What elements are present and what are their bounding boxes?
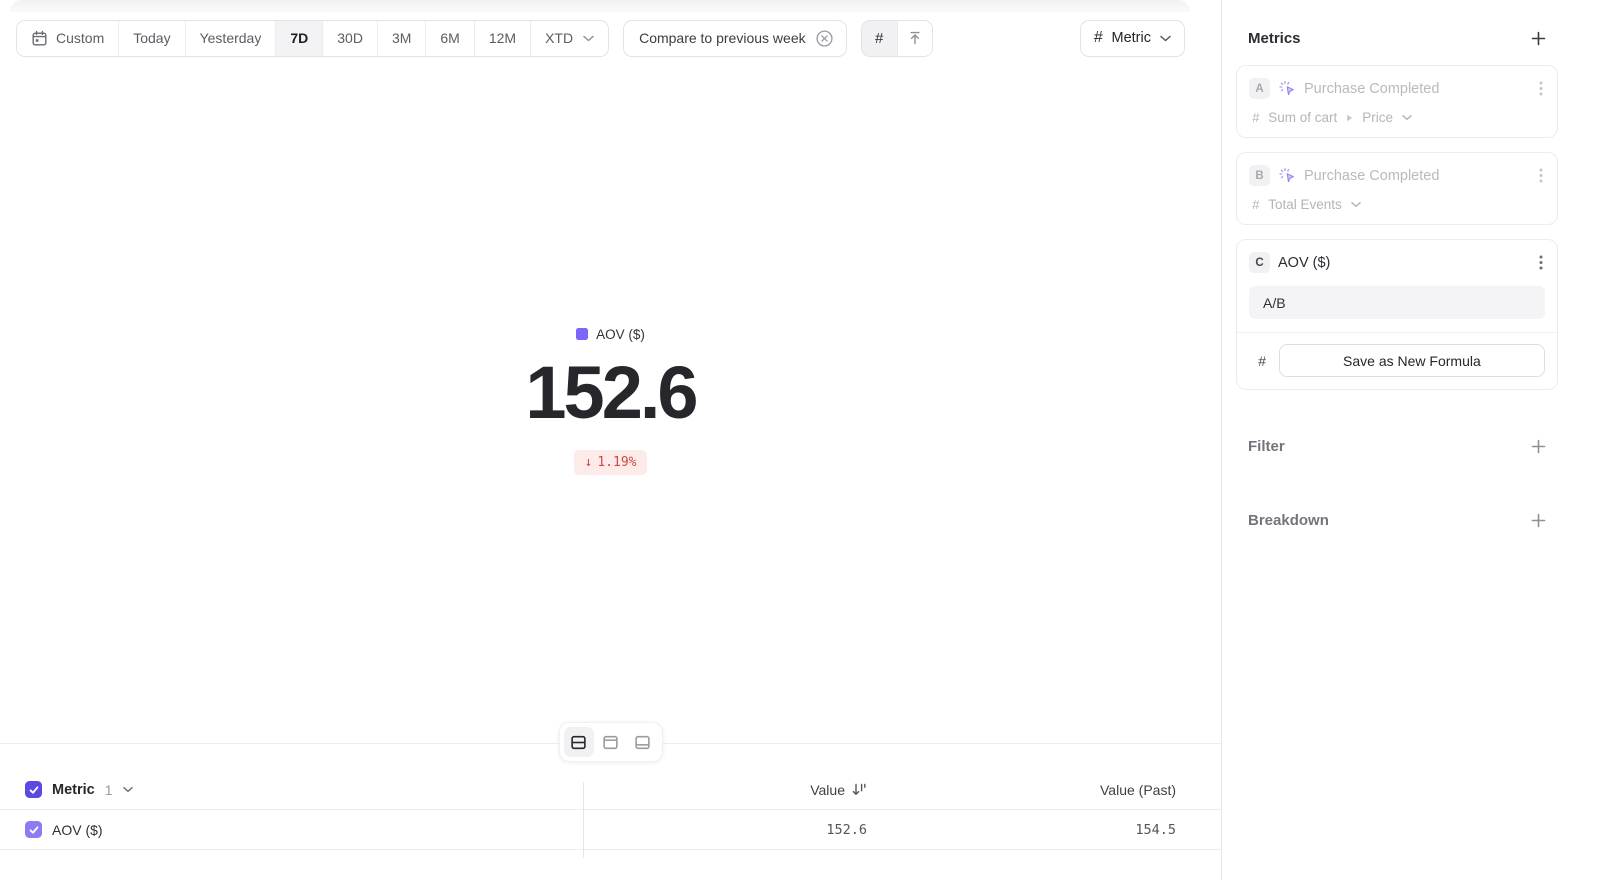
chevron-down-icon (1402, 114, 1412, 121)
date-range-xtd[interactable]: XTD (531, 21, 608, 56)
remove-compare-icon[interactable] (815, 29, 834, 48)
metric-chart-area: AOV ($) 152.6 ↓ 1.19% (0, 58, 1221, 744)
metrics-section-header: Metrics (1236, 30, 1558, 47)
date-range-3m[interactable]: 3M (378, 21, 426, 56)
results-table: Metric 1 Value Value (Past) (0, 744, 1221, 880)
chart-legend: AOV ($) (576, 327, 645, 342)
analytics-app: Custom Today Yesterday 7D 30D 3M 6M 12M … (0, 0, 1600, 880)
chevron-down-icon[interactable] (123, 786, 133, 793)
metric-event-name[interactable]: Purchase Completed (1304, 168, 1529, 184)
check-icon (28, 824, 40, 836)
metric-column-header[interactable]: Metric (52, 782, 95, 798)
calendar-icon (31, 30, 48, 47)
save-as-new-formula-button[interactable]: Save as New Formula (1279, 344, 1545, 377)
breakdown-section-header: Breakdown (1236, 512, 1558, 529)
breakdown-title: Breakdown (1248, 512, 1329, 529)
measure-label: Total Events (1268, 197, 1342, 212)
toolbar: Custom Today Yesterday 7D 30D 3M 6M 12M … (0, 18, 1221, 58)
metric-card-b: B Purchase Completed # Total Events (1236, 152, 1558, 225)
chevron-down-icon (1160, 35, 1171, 42)
metric-dropdown-label: Metric (1112, 30, 1151, 46)
compare-label: Compare to previous week (639, 30, 806, 46)
formula-metric-name[interactable]: AOV ($) (1278, 255, 1529, 271)
kebab-menu-icon[interactable] (1537, 166, 1545, 185)
metric-badge-a: A (1249, 78, 1270, 99)
add-filter-button[interactable] (1531, 439, 1546, 454)
hash-icon: # (1252, 110, 1259, 125)
hash-icon: # (1094, 29, 1103, 47)
chevron-down-icon (1351, 201, 1361, 208)
date-range-label: Custom (56, 30, 104, 46)
kebab-menu-icon[interactable] (1537, 253, 1545, 272)
metric-dropdown-button[interactable]: # Metric (1080, 20, 1185, 57)
legend-label: AOV ($) (596, 327, 645, 342)
date-range-custom[interactable]: Custom (17, 21, 119, 56)
measure-selector[interactable]: # Sum of cart Price (1249, 110, 1545, 125)
hash-icon: # (1252, 197, 1259, 212)
metric-card-a: A Purchase Completed # Sum of cart (1236, 65, 1558, 138)
plus-icon (1531, 31, 1546, 46)
table-row: AOV ($) 152.6 154.5 (0, 810, 1221, 850)
measure-selector[interactable]: # Total Events (1249, 197, 1545, 212)
date-range-7d[interactable]: 7D (276, 21, 323, 56)
metric-event-name[interactable]: Purchase Completed (1304, 81, 1529, 97)
measure-property: Price (1362, 110, 1393, 125)
filter-section-header: Filter (1236, 438, 1558, 455)
row-checkbox[interactable] (25, 821, 42, 838)
plus-icon (1531, 513, 1546, 528)
row-value: 152.6 (826, 822, 867, 838)
select-all-checkbox[interactable] (25, 781, 42, 798)
metric-value: 152.6 (525, 356, 695, 430)
date-range-today[interactable]: Today (119, 21, 185, 56)
arrow-up-from-bar-icon (907, 30, 923, 46)
kebab-menu-icon[interactable] (1537, 79, 1545, 98)
metric-badge-b: B (1249, 165, 1270, 186)
hash-icon: # (1258, 353, 1266, 369)
date-range-12m[interactable]: 12M (475, 21, 531, 56)
add-breakdown-button[interactable] (1531, 513, 1546, 528)
date-range-6m[interactable]: 6M (426, 21, 474, 56)
metric-count: 1 (105, 782, 113, 798)
row-past-value: 154.5 (867, 822, 1176, 838)
add-metric-button[interactable] (1531, 31, 1546, 46)
table-column-divider (583, 782, 584, 858)
query-builder-sidebar: Metrics A Purchase Completed (1221, 0, 1600, 880)
change-badge: ↓ 1.19% (574, 450, 648, 475)
date-range-selector: Custom Today Yesterday 7D 30D 3M 6M 12M … (16, 20, 609, 57)
absolute-number-toggle[interactable]: # (862, 21, 897, 56)
sparkle-cursor-icon (1278, 80, 1296, 98)
arrow-down-icon: ↓ (585, 455, 593, 470)
legend-swatch (576, 328, 588, 340)
date-range-30d[interactable]: 30D (323, 21, 378, 56)
chevron-down-icon (583, 35, 594, 42)
past-value-column-header[interactable]: Value (Past) (867, 782, 1176, 798)
main-panel: Custom Today Yesterday 7D 30D 3M 6M 12M … (0, 0, 1221, 880)
hash-icon: # (875, 30, 883, 47)
plus-icon (1531, 439, 1546, 454)
value-mode-toggle: # (861, 20, 933, 57)
formula-input[interactable]: A/B (1249, 286, 1545, 319)
sparkle-cursor-icon (1278, 167, 1296, 185)
value-column-header[interactable]: Value (810, 782, 845, 798)
collapsed-card-edge (10, 0, 1190, 12)
sort-descending-icon[interactable] (851, 782, 867, 797)
filter-title: Filter (1248, 438, 1285, 455)
change-value: 1.19% (597, 455, 636, 470)
check-icon (28, 784, 40, 796)
metric-badge-c: C (1249, 252, 1270, 273)
table-header-row: Metric 1 Value Value (Past) (0, 770, 1221, 810)
compare-pill[interactable]: Compare to previous week (623, 20, 847, 57)
metric-card-c: C AOV ($) A/B # Save as New Formula (1236, 239, 1558, 390)
date-range-yesterday[interactable]: Yesterday (186, 21, 277, 56)
caret-right-icon (1346, 114, 1353, 122)
metrics-title: Metrics (1248, 30, 1301, 47)
measure-label: Sum of cart (1268, 110, 1337, 125)
row-metric-name: AOV ($) (52, 822, 103, 838)
arrow-up-from-bar-toggle[interactable] (897, 21, 932, 56)
divider (1237, 332, 1557, 333)
